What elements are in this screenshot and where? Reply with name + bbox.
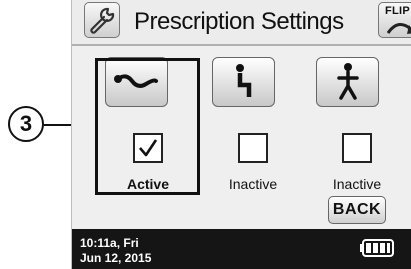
stand-mode-button[interactable] (316, 57, 379, 107)
callout-number: 3 (19, 111, 33, 136)
flip-icon (386, 23, 411, 34)
device-screen: Prescription Settings FLIP Active Inacti… (71, 0, 411, 269)
standing-person-icon (336, 63, 359, 100)
status-footer: 10:11a, Fri Jun 12, 2015 (72, 229, 411, 269)
stand-mode-status: Inactive (332, 176, 382, 192)
header-bar: Prescription Settings FLIP (72, 0, 411, 46)
stand-mode-checkbox[interactable] (342, 133, 372, 163)
flip-button[interactable]: FLIP (378, 2, 411, 38)
callout-marker: 3 (8, 106, 44, 142)
footer-time: 10:11a, Fri (80, 236, 139, 250)
checkmark-icon (139, 139, 158, 157)
wrench-icon (90, 7, 115, 34)
back-button[interactable]: BACK (328, 196, 386, 224)
page-title: Prescription Settings (134, 8, 344, 35)
walk-mode-status: Active (126, 176, 170, 192)
seated-person-icon (235, 64, 251, 97)
settings-button[interactable] (84, 2, 120, 38)
walk-mode-button[interactable] (105, 57, 168, 107)
sit-mode-checkbox[interactable] (238, 133, 268, 163)
footer-date: Jun 12, 2015 (80, 251, 152, 265)
sit-mode-status: Inactive (228, 176, 278, 192)
battery-icon (360, 239, 394, 257)
walk-mode-checkbox[interactable] (133, 133, 163, 163)
wave-icon (113, 74, 158, 88)
sit-mode-button[interactable] (212, 57, 275, 107)
